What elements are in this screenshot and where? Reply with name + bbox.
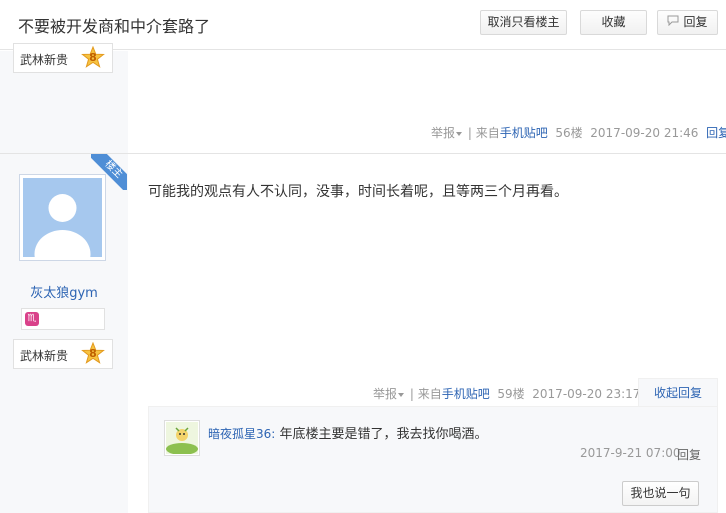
- reply-username-link[interactable]: 暗夜孤星36:: [208, 427, 275, 441]
- add-comment-button[interactable]: 我也说一句: [622, 481, 699, 506]
- source-link[interactable]: 手机贴吧: [442, 387, 490, 401]
- reply-to-reply-link[interactable]: 回复: [677, 446, 701, 463]
- post-meta-59: 举报 | 来自手机贴吧 59楼 2017-09-20 23:17: [373, 385, 640, 402]
- rank-name: 武林新贵: [20, 53, 69, 67]
- reply-button[interactable]: 回复: [657, 10, 718, 35]
- reply-button-label: 回复: [683, 15, 708, 29]
- reply-link[interactable]: 回复: [706, 126, 726, 140]
- caret-down-icon: [398, 392, 405, 397]
- rank-name: 武林新贵: [20, 349, 69, 363]
- user-rank-badge[interactable]: 武林新贵 8: [13, 43, 113, 73]
- source-prefix: | 来自: [467, 126, 500, 140]
- user-rank-badge[interactable]: 武林新贵 8: [13, 339, 113, 369]
- avatar[interactable]: [19, 174, 106, 261]
- source-link[interactable]: 手机贴吧: [500, 126, 548, 140]
- post-time: 2017-09-20 23:17: [532, 387, 641, 401]
- report-link[interactable]: 举报: [431, 126, 455, 140]
- scorpio-badge-icon: ♏: [25, 312, 39, 326]
- caret-down-icon: [456, 131, 463, 136]
- reply-avatar-image: [166, 422, 198, 455]
- report-link[interactable]: 举报: [373, 387, 397, 401]
- floor-number: 59楼: [497, 387, 525, 401]
- star-level-icon: 8: [81, 45, 105, 70]
- comment-icon: [667, 11, 679, 34]
- default-avatar-icon: [34, 194, 91, 257]
- username-link[interactable]: 灰太狼gym: [0, 282, 128, 301]
- source-prefix: | 来自: [409, 387, 442, 401]
- floor-number: 56楼: [555, 126, 583, 140]
- only-op-toggle-button[interactable]: 取消只看楼主: [480, 10, 567, 35]
- user-badges[interactable]: ♏: [21, 308, 105, 330]
- post-content: 可能我的观点有人不认同，没事，时间长着呢，且等两三个月再看。: [148, 184, 568, 200]
- rank-level: 8: [89, 51, 97, 64]
- reply-content: 年底楼主要是错了，我去找你喝酒。: [275, 427, 488, 442]
- reply-line: 暗夜孤星36: 年底楼主要是错了，我去找你喝酒。: [208, 423, 487, 442]
- thread-title: 不要被开发商和中介套路了: [18, 17, 211, 36]
- reply-time: 2017-9-21 07:00: [580, 446, 681, 460]
- star-level-icon: 8: [81, 341, 105, 366]
- post-time: 2017-09-20 21:46: [590, 126, 699, 140]
- collapse-replies-button[interactable]: 收起回复: [638, 378, 718, 408]
- post-meta-56: 举报 | 来自手机贴吧 56楼 2017-09-20 21:46 回复: [431, 124, 726, 141]
- favorite-button[interactable]: 收藏: [580, 10, 647, 35]
- reply-avatar[interactable]: [164, 420, 200, 456]
- rank-level: 8: [89, 347, 97, 360]
